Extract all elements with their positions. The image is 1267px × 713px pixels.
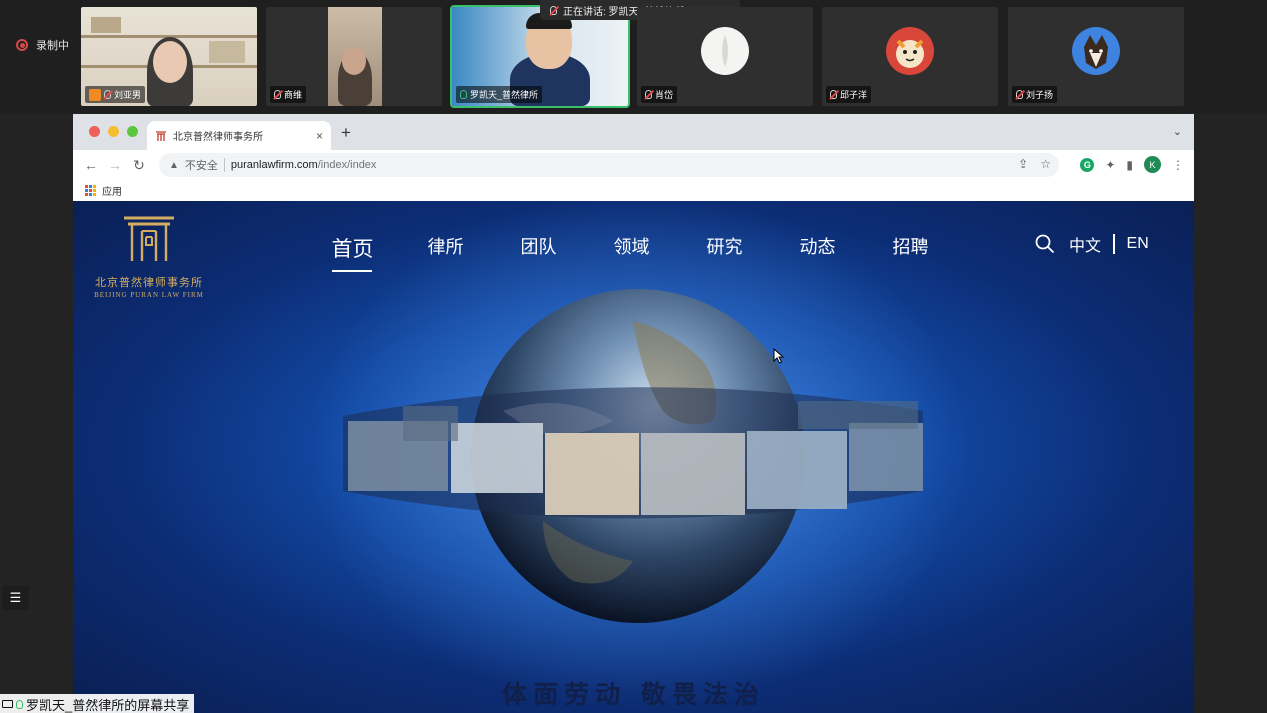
participant-tile-active[interactable]: 罗凯天_普然律所 [450, 5, 630, 108]
back-icon[interactable]: ← [79, 157, 103, 173]
nav-item-firm[interactable]: 律所 [399, 233, 492, 263]
participant-tile[interactable]: 商维 [266, 7, 442, 106]
participant-name: 罗凯天_普然律所 [470, 90, 539, 100]
screen-share-icon [2, 700, 13, 708]
mic-muted-icon [830, 90, 837, 99]
recording-indicator[interactable]: 录制中 [16, 37, 69, 53]
more-menu-icon[interactable]: ⋮ [1172, 158, 1184, 172]
participant-name: 刘子扬 [1026, 90, 1054, 100]
participant-tile[interactable]: 刘子扬 [1008, 7, 1184, 106]
logo-english-name: BEIJING PURAN LAW FIRM [94, 291, 204, 299]
insecure-label: 不安全 [184, 160, 218, 172]
main-nav: 首页 律所 团队 领域 研究 动态 招聘 [306, 233, 957, 272]
search-icon[interactable] [1035, 234, 1055, 259]
apps-grid-icon[interactable] [85, 185, 96, 196]
participant-name-tag: 罗凯天_普然律所 [456, 86, 543, 103]
nav-item-research[interactable]: 研究 [678, 233, 771, 263]
participant-name: 刘亚男 [114, 90, 142, 100]
nav-item-news[interactable]: 动态 [771, 233, 864, 263]
chevron-down-icon[interactable]: ⌄ [1173, 125, 1182, 138]
tab-title: 北京普然律师事务所 [173, 132, 263, 143]
bookmark-apps[interactable]: 应用 [102, 183, 122, 198]
law-firm-logo-icon [124, 216, 174, 261]
nav-item-home[interactable]: 首页 [306, 233, 399, 272]
star-icon[interactable]: ☆ [1040, 157, 1051, 171]
avatar [1072, 27, 1120, 75]
mic-muted-icon [274, 90, 281, 99]
lang-en[interactable]: EN [1127, 235, 1149, 253]
participant-video [328, 7, 382, 106]
grammarly-extension-icon[interactable]: G [1080, 157, 1095, 172]
share-label-text: 罗凯天_普然律所的屏幕共享 [26, 697, 190, 713]
participant-name-tag: 刘子扬 [1012, 86, 1058, 103]
participant-name: 肖岱 [655, 90, 674, 100]
language-switcher: 中文 EN [1069, 232, 1149, 256]
profile-avatar[interactable]: K [1144, 156, 1161, 173]
participant-tile[interactable]: 刘亚男 [81, 7, 257, 106]
window-controls [89, 126, 138, 137]
browser-toolbar: ← → ↻ ▲ 不安全 puranlawfirm.com/index/index… [73, 150, 1194, 180]
mic-on-icon [460, 90, 467, 99]
warning-icon: ▲ [169, 159, 179, 171]
shared-browser-window: 北京普然律师事务所 × + ⌄ ← → ↻ ▲ 不安全 puranlawfirm… [73, 114, 1194, 713]
record-icon [16, 39, 28, 51]
participant-name: 邱子洋 [840, 90, 868, 100]
divider [1113, 234, 1115, 254]
participant-name-tag: 商维 [270, 86, 307, 103]
forward-icon[interactable]: → [103, 157, 127, 173]
address-bar[interactable]: ▲ 不安全 puranlawfirm.com/index/index ⇪ ☆ [159, 153, 1059, 177]
maximize-window-button[interactable] [127, 126, 138, 137]
mic-muted-icon [645, 90, 652, 99]
bookmarks-bar: 应用 [73, 180, 1194, 202]
globe-illustration [308, 201, 968, 711]
mouse-cursor-icon [773, 348, 785, 364]
nav-item-careers[interactable]: 招聘 [864, 233, 957, 263]
mic-muted-icon [1016, 90, 1023, 99]
side-panel-icon[interactable]: ▮ [1126, 158, 1133, 172]
law-firm-favicon-icon [155, 130, 167, 141]
reload-icon[interactable]: ↻ [127, 157, 151, 174]
divider [223, 158, 225, 172]
site-slogan: 体面劳动 敬畏法治 [502, 680, 765, 709]
extension-area: G ✦ ▮ K ⋮ [1080, 156, 1184, 173]
meeting-window: 录制中 刘亚男 商维 罗凯天_普然律所 正在讲话: 罗凯天_普然律所; 肖岱 邱… [0, 0, 1267, 713]
nav-item-team[interactable]: 团队 [492, 233, 585, 263]
omnibox-actions: ⇪ ☆ [1018, 157, 1051, 171]
close-window-button[interactable] [89, 126, 100, 137]
tab-bar: 北京普然律师事务所 × + ⌄ [73, 114, 1194, 150]
participant-tile[interactable]: 邱子洋 [822, 7, 998, 106]
participant-name: 商维 [284, 90, 303, 100]
browser-tab[interactable]: 北京普然律师事务所 × [147, 121, 331, 150]
site-logo[interactable]: 北京普然律师事务所 BEIJING PURAN LAW FIRM [87, 215, 211, 299]
lang-zh[interactable]: 中文 [1069, 232, 1101, 256]
share-icon[interactable]: ⇪ [1018, 157, 1028, 171]
avatar [701, 27, 749, 75]
logo-chinese-name: 北京普然律师事务所 [95, 276, 203, 289]
participant-name-tag: 肖岱 [641, 86, 678, 103]
tab-close-icon[interactable]: × [316, 129, 323, 143]
mic-muted-icon [104, 90, 111, 99]
url-path: /index/index [317, 159, 377, 171]
screen-share-label: 罗凯天_普然律所的屏幕共享 [0, 694, 195, 713]
url-host: puranlawfirm.com [230, 159, 318, 171]
host-icon [89, 88, 101, 101]
nav-item-practice-areas[interactable]: 领域 [585, 233, 678, 263]
list-menu-icon[interactable]: ☰ [2, 586, 29, 610]
avatar [886, 27, 934, 75]
puzzle-extensions-icon[interactable]: ✦ [1105, 158, 1115, 172]
recording-label: 录制中 [36, 40, 69, 52]
participant-tile[interactable]: 肖岱 [637, 7, 813, 106]
mic-icon [550, 5, 557, 15]
website-hero: 北京普然律师事务所 BEIJING PURAN LAW FIRM 首页 律所 团… [73, 201, 1194, 713]
participant-name-tag: 刘亚男 [85, 86, 146, 103]
participant-strip: 录制中 刘亚男 商维 罗凯天_普然律所 正在讲话: 罗凯天_普然律所; 肖岱 邱… [0, 0, 1267, 113]
mic-on-icon [16, 699, 23, 709]
new-tab-button[interactable]: + [341, 123, 351, 143]
minimize-window-button[interactable] [108, 126, 119, 137]
participant-name-tag: 邱子洋 [826, 86, 872, 103]
